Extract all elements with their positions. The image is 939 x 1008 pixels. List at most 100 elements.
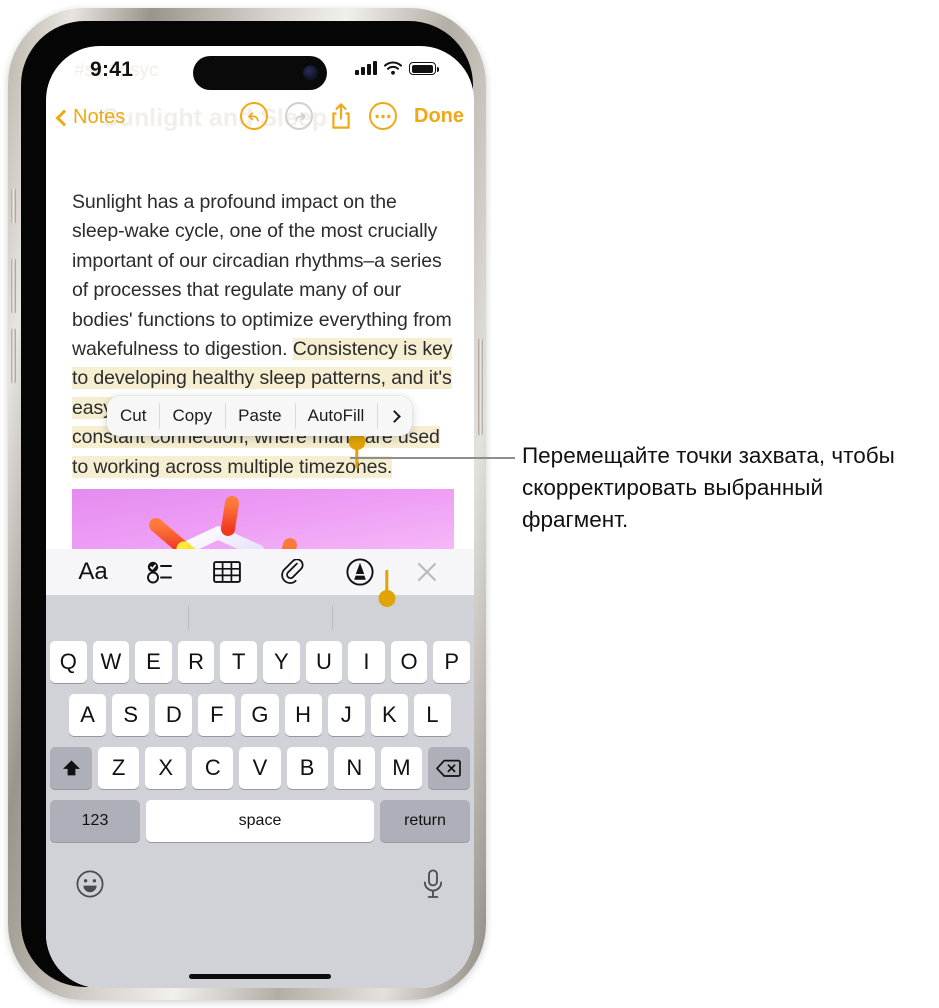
key-u[interactable]: U bbox=[305, 641, 343, 683]
note-paragraph-unselected: Sunlight has a profound impact on the sl… bbox=[72, 191, 452, 361]
selection-context-menu: Cut Copy Paste AutoFill bbox=[107, 396, 413, 436]
key-f[interactable]: F bbox=[198, 694, 236, 736]
key-y[interactable]: Y bbox=[263, 641, 300, 683]
note-body-text[interactable]: Sunlight has a profound impact on the sl… bbox=[72, 188, 454, 482]
predictive-divider bbox=[188, 606, 189, 630]
key-i[interactable]: I bbox=[348, 641, 385, 683]
dynamic-island bbox=[193, 56, 327, 90]
attachment-button[interactable] bbox=[272, 555, 314, 589]
back-to-notes-button[interactable]: Notes bbox=[55, 106, 126, 129]
key-g[interactable]: G bbox=[241, 694, 279, 736]
share-button[interactable] bbox=[330, 102, 352, 130]
chevron-left-icon bbox=[55, 109, 73, 127]
undo-arrow-icon bbox=[247, 111, 259, 122]
keyboard-row-1: Q W E R T Y U I O P bbox=[46, 641, 474, 683]
key-m[interactable]: M bbox=[380, 747, 422, 789]
status-bar-indicators bbox=[355, 61, 439, 75]
key-c[interactable]: C bbox=[192, 747, 234, 789]
keyboard-row-4: 123 space return bbox=[46, 800, 474, 842]
front-camera-icon bbox=[303, 65, 318, 81]
autofill-button[interactable]: AutoFill bbox=[294, 396, 378, 436]
backspace-key[interactable] bbox=[427, 747, 470, 789]
status-bar-time: 9:41 bbox=[90, 58, 134, 81]
key-r[interactable]: R bbox=[177, 641, 215, 683]
key-t[interactable]: T bbox=[220, 641, 257, 683]
key-h[interactable]: H bbox=[284, 694, 322, 736]
dictation-button[interactable] bbox=[422, 869, 444, 899]
key-x[interactable]: X bbox=[145, 747, 187, 789]
key-j[interactable]: J bbox=[327, 694, 365, 736]
key-l[interactable]: L bbox=[413, 694, 451, 736]
close-icon bbox=[417, 562, 437, 582]
key-a[interactable]: A bbox=[69, 694, 107, 736]
more-options-button[interactable] bbox=[369, 102, 397, 130]
backspace-icon bbox=[436, 759, 462, 777]
key-k[interactable]: K bbox=[370, 694, 408, 736]
undo-button[interactable] bbox=[240, 102, 268, 130]
redo-button[interactable] bbox=[285, 102, 313, 130]
aa-icon: Aa bbox=[78, 558, 108, 585]
screenshot-root: #sc #psyc 9:41 Sunlight and Sleep Notes … bbox=[0, 0, 939, 1008]
paste-button[interactable]: Paste bbox=[225, 396, 294, 436]
paperclip-icon bbox=[281, 559, 304, 584]
cellular-bars-icon bbox=[355, 61, 377, 75]
return-key[interactable]: return bbox=[380, 800, 470, 842]
status-bar: 9:41 bbox=[46, 46, 474, 98]
key-e[interactable]: E bbox=[135, 641, 172, 683]
shift-up-arrow-icon bbox=[62, 759, 80, 775]
callout-leader-line bbox=[350, 457, 515, 459]
iphone-frame: #sc #psyc 9:41 Sunlight and Sleep Notes … bbox=[8, 8, 486, 1000]
software-keyboard[interactable]: Q W E R T Y U I O P A S D F G H J K L Z … bbox=[46, 595, 474, 988]
shift-key[interactable] bbox=[50, 747, 92, 789]
numbers-key[interactable]: 123 bbox=[50, 800, 140, 842]
emoji-button[interactable] bbox=[76, 870, 104, 898]
keyboard-bottom-bar bbox=[46, 853, 474, 915]
keyboard-row-2: A S D F G H J K L bbox=[46, 694, 474, 736]
key-d[interactable]: D bbox=[155, 694, 193, 736]
space-key[interactable]: space bbox=[146, 800, 374, 842]
volume-down-button[interactable] bbox=[11, 328, 16, 384]
close-keyboard-button[interactable] bbox=[406, 555, 448, 589]
done-button[interactable]: Done bbox=[414, 105, 464, 128]
nav-bar: Sunlight and Sleep Notes Done bbox=[46, 98, 474, 146]
key-w[interactable]: W bbox=[92, 641, 130, 683]
ellipsis-icon bbox=[375, 114, 391, 118]
text-format-button[interactable]: Aa bbox=[72, 555, 114, 589]
predictive-divider bbox=[332, 606, 333, 630]
key-b[interactable]: B bbox=[286, 747, 328, 789]
volume-up-button[interactable] bbox=[11, 258, 16, 314]
nav-bar-actions: Done bbox=[240, 102, 464, 130]
more-actions-button[interactable] bbox=[377, 396, 412, 436]
keyboard-row-3: Z X C V B N M bbox=[46, 747, 474, 789]
copy-button[interactable]: Copy bbox=[159, 396, 225, 436]
markup-button[interactable] bbox=[339, 555, 381, 589]
back-button-label: Notes bbox=[73, 106, 126, 128]
callout-annotation-text: Перемещайте точки захвата, чтобы скоррек… bbox=[522, 443, 895, 532]
table-button[interactable] bbox=[206, 555, 248, 589]
checklist-icon bbox=[146, 561, 172, 584]
phone-bezel: #sc #psyc 9:41 Sunlight and Sleep Notes … bbox=[21, 21, 474, 988]
key-z[interactable]: Z bbox=[98, 747, 140, 789]
key-p[interactable]: P bbox=[433, 641, 470, 683]
redo-arrow-icon bbox=[294, 111, 306, 122]
format-toolbar: Aa bbox=[46, 549, 474, 595]
home-indicator[interactable] bbox=[189, 974, 331, 979]
battery-icon bbox=[409, 62, 439, 75]
power-button[interactable] bbox=[478, 338, 483, 436]
action-button[interactable] bbox=[11, 188, 16, 224]
markup-pen-icon bbox=[346, 558, 374, 586]
key-v[interactable]: V bbox=[239, 747, 281, 789]
key-s[interactable]: S bbox=[112, 694, 150, 736]
table-icon bbox=[212, 561, 241, 583]
phone-screen: #sc #psyc 9:41 Sunlight and Sleep Notes … bbox=[46, 46, 474, 988]
handle-dot bbox=[378, 590, 396, 607]
key-n[interactable]: N bbox=[333, 747, 375, 789]
wifi-icon bbox=[384, 61, 402, 75]
key-q[interactable]: Q bbox=[50, 641, 87, 683]
key-o[interactable]: O bbox=[390, 641, 428, 683]
chevron-right-icon bbox=[388, 409, 402, 423]
checklist-button[interactable] bbox=[139, 555, 181, 589]
predictive-text-bar[interactable] bbox=[46, 595, 474, 641]
handle-bar bbox=[355, 442, 359, 468]
cut-button[interactable]: Cut bbox=[107, 396, 159, 436]
